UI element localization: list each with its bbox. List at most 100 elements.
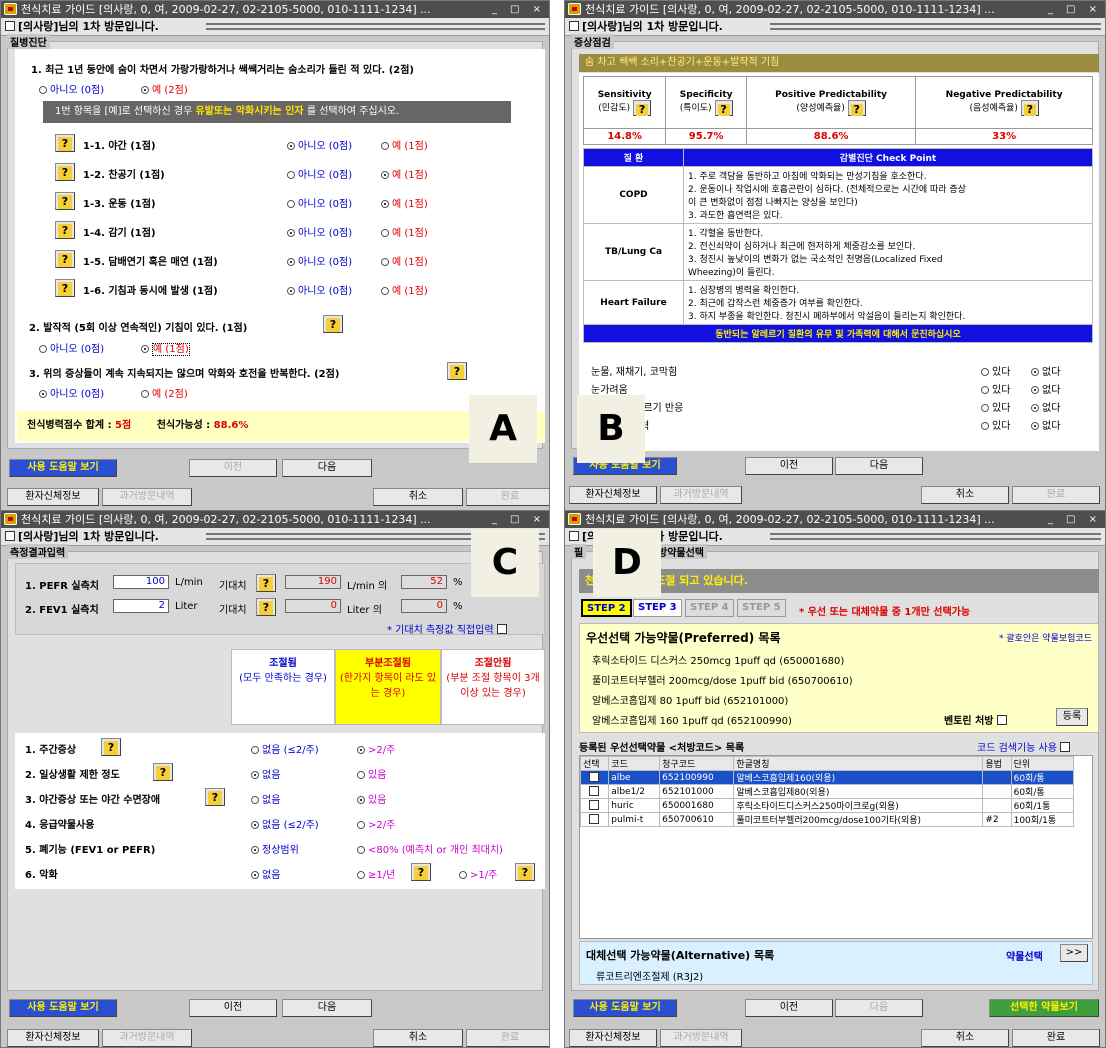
allergy-no-radio[interactable]: 없다 [1031, 417, 1060, 432]
visit-checkbox[interactable] [569, 531, 579, 541]
factor-yes-radio[interactable]: 예 (1점) [381, 195, 428, 210]
table-row[interactable]: pulmi-t 650700610 풀미코트터부헬러200mcg/dose100기타… [579, 812, 1075, 827]
factor-yes-radio[interactable]: 예 (1점) [381, 282, 428, 297]
factor-no-radio[interactable]: 아니오 (0점) [287, 195, 352, 210]
help-button[interactable]: 사용 도움말 보기 [573, 999, 677, 1017]
fev1-input[interactable]: 2 [113, 599, 169, 613]
q2-yes-radio[interactable]: 예 (1점) [141, 340, 190, 356]
factor-yes-radio[interactable]: 예 (1점) [381, 253, 428, 268]
done-button[interactable]: 완료 [1012, 1029, 1100, 1047]
factor-no-radio[interactable]: 아니오 (0점) [287, 137, 352, 152]
stat-help-button[interactable]: ? [847, 99, 866, 116]
q2-help-button[interactable]: ? [323, 315, 343, 333]
code-search-checkbox[interactable]: 코드 검색기능 사용 [977, 739, 1073, 754]
visit-checkbox[interactable] [5, 531, 15, 541]
cancel-button[interactable]: 취소 [921, 486, 1009, 504]
help-button[interactable]: 사용 도움말 보기 [9, 999, 117, 1017]
factor-no-radio[interactable]: 아니오 (0점) [287, 166, 352, 181]
visit-checkbox[interactable] [5, 21, 15, 31]
control-option-1[interactable]: 없음 (≤2/주) [251, 816, 319, 831]
factor-help-button[interactable]: ? [55, 279, 75, 297]
prev-button[interactable]: 이전 [745, 999, 833, 1017]
row-select-checkbox[interactable] [579, 798, 610, 813]
control-option-2[interactable]: <80% (예측치 or 개인 최대치) [357, 841, 503, 856]
column-header[interactable]: 한글명칭 [733, 756, 984, 771]
column-header[interactable]: 용법 [982, 756, 1012, 771]
stat-help-button[interactable]: ? [633, 99, 652, 116]
q3-help-button[interactable]: ? [447, 362, 467, 380]
column-header[interactable]: 선택 [579, 756, 610, 771]
q3-no-radio[interactable]: 아니오 (0점) [39, 385, 104, 400]
direct-input-checkbox[interactable]: * 기대치 측정값 직접입력 [387, 621, 510, 636]
cancel-button[interactable]: 취소 [373, 1029, 463, 1047]
option-help-button[interactable]: ? [515, 863, 535, 881]
step-4-tab[interactable]: STEP 4 [685, 599, 734, 617]
control-option-2[interactable]: >2/주 [357, 816, 395, 831]
control-option-2[interactable]: ≥1/년 [357, 866, 395, 881]
step-2-tab[interactable]: STEP 2 [581, 599, 632, 617]
q2-no-radio[interactable]: 아니오 (0점) [39, 340, 104, 355]
table-row[interactable]: albe1/2 652101000 알베스코흡입제80(외용) 60회/통 [579, 784, 1075, 799]
next-button[interactable]: 다음 [835, 457, 923, 475]
table-row[interactable]: albe 652100990 알베스코흡입제160(외용) 60회/통 [579, 770, 1075, 785]
step-5-tab[interactable]: STEP 5 [737, 599, 786, 617]
control-option-1[interactable]: 정상범위 [251, 841, 299, 856]
table-row[interactable]: huric 650001680 후릭소타이드디스커스250마이크로g(외용) 60회/… [579, 798, 1075, 813]
allergy-yes-radio[interactable]: 있다 [981, 399, 1010, 414]
factor-no-radio[interactable]: 아니오 (0점) [287, 224, 352, 239]
prev-button[interactable]: 이전 [189, 459, 277, 477]
row-select-checkbox[interactable] [579, 770, 610, 785]
allergy-no-radio[interactable]: 없다 [1031, 399, 1060, 414]
q1-no-radio[interactable]: 아니오 (0점) [39, 81, 104, 96]
allergy-yes-radio[interactable]: 있다 [981, 417, 1010, 432]
next-button[interactable]: 다음 [835, 999, 923, 1017]
drug-select-button[interactable]: >> [1060, 944, 1088, 962]
column-header[interactable]: 단위 [1010, 756, 1075, 771]
row-help-button[interactable]: ? [205, 788, 225, 806]
ventolin-checkbox[interactable]: 벤토린 처방 [944, 712, 1010, 727]
stat-help-button[interactable]: ? [714, 99, 733, 116]
prev-button[interactable]: 이전 [745, 457, 833, 475]
factor-no-radio[interactable]: 아니오 (0점) [287, 282, 352, 297]
control-option-1[interactable]: 없음 [251, 791, 280, 806]
done-button[interactable]: 완료 [466, 488, 549, 506]
control-option-2[interactable]: 있음 [357, 766, 386, 781]
window-controls[interactable]: _ □ × [1048, 1, 1102, 18]
factor-help-button[interactable]: ? [55, 221, 75, 239]
option-help-button[interactable]: ? [411, 863, 431, 881]
step-3-tab[interactable]: STEP 3 [633, 599, 682, 617]
factor-help-button[interactable]: ? [55, 163, 75, 181]
row-help-button[interactable]: ? [153, 763, 173, 781]
past-visits-button[interactable]: 과거방문내역 [102, 1029, 192, 1047]
past-visits-button[interactable]: 과거방문내역 [660, 486, 742, 504]
allergy-yes-radio[interactable]: 있다 [981, 363, 1010, 378]
factor-yes-radio[interactable]: 예 (1점) [381, 137, 428, 152]
q3-yes-radio[interactable]: 예 (2점) [141, 385, 188, 400]
register-button[interactable]: 등록 [1056, 708, 1088, 726]
window-controls[interactable]: _ □ × [492, 1, 546, 18]
next-button[interactable]: 다음 [282, 999, 372, 1017]
cancel-button[interactable]: 취소 [373, 488, 463, 506]
control-option-2[interactable]: 있음 [357, 791, 386, 806]
past-visits-button[interactable]: 과거방문내역 [660, 1029, 742, 1047]
allergy-no-radio[interactable]: 없다 [1031, 363, 1060, 378]
patient-info-button[interactable]: 환자신체정보 [7, 488, 99, 506]
factor-help-button[interactable]: ? [55, 192, 75, 210]
row-select-checkbox[interactable] [579, 812, 610, 827]
patient-info-button[interactable]: 환자신체정보 [569, 1029, 657, 1047]
allergy-no-radio[interactable]: 없다 [1031, 381, 1060, 396]
done-button[interactable]: 완료 [466, 1029, 549, 1047]
control-option-1[interactable]: 없음 [251, 866, 280, 881]
cancel-button[interactable]: 취소 [921, 1029, 1009, 1047]
factor-help-button[interactable]: ? [55, 134, 75, 152]
window-controls[interactable]: _ □ × [1048, 511, 1102, 528]
next-button[interactable]: 다음 [282, 459, 372, 477]
pefr-help-button[interactable]: ? [256, 574, 276, 592]
patient-info-button[interactable]: 환자신체정보 [569, 486, 657, 504]
selected-drugs-button[interactable]: 선택한 약물보기 [989, 999, 1099, 1017]
row-help-button[interactable]: ? [101, 738, 121, 756]
fev1-help-button[interactable]: ? [256, 598, 276, 616]
control-option-1[interactable]: 없음 (≤2/주) [251, 741, 319, 756]
control-option-1[interactable]: 없음 [251, 766, 280, 781]
prev-button[interactable]: 이전 [189, 999, 277, 1017]
